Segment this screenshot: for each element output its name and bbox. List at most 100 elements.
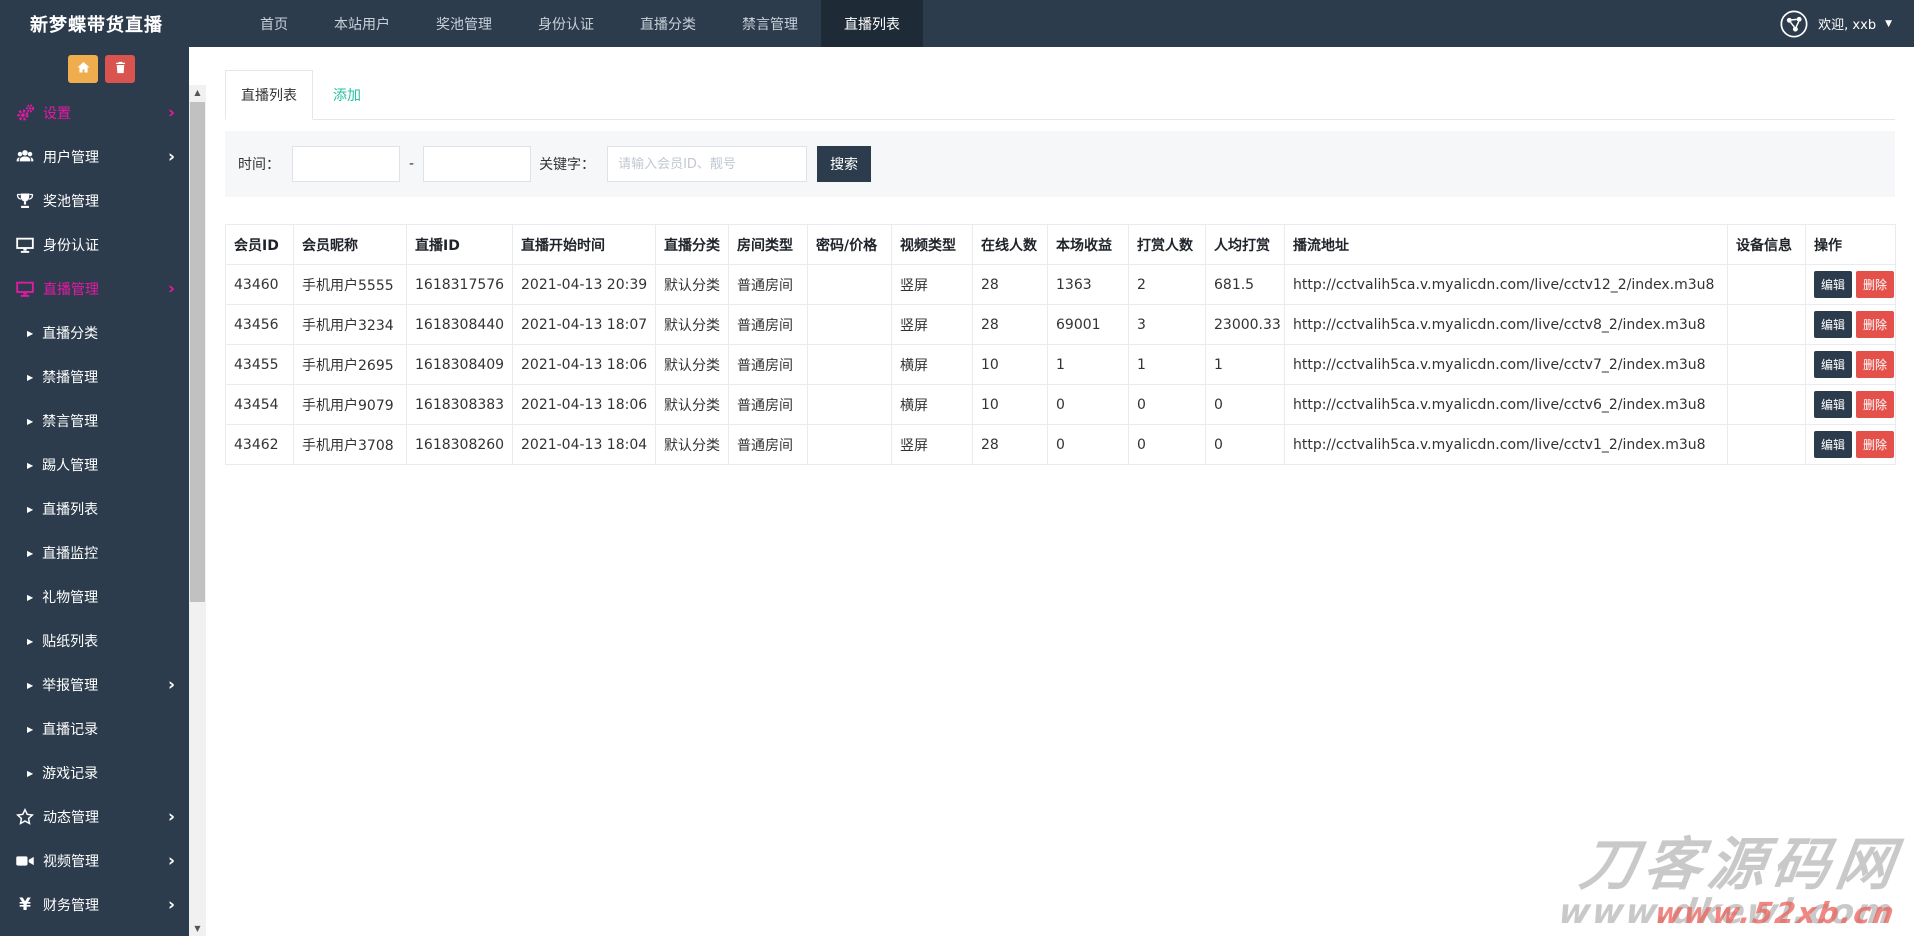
- home-icon: [76, 60, 91, 79]
- sidebar-item[interactable]: 用户管理›: [0, 135, 189, 179]
- home-button[interactable]: [68, 55, 98, 83]
- nav-item[interactable]: 本站用户: [311, 0, 413, 47]
- table-cell: [1728, 345, 1806, 385]
- sidebar-item[interactable]: ¥财务管理›: [0, 883, 189, 927]
- sidebar-item[interactable]: ▶禁言管理: [0, 399, 189, 443]
- sidebar-item[interactable]: 直播管理›: [0, 267, 189, 311]
- table-cell: 1: [1206, 345, 1285, 385]
- table-row: 43454手机用户907916183083832021-04-13 18:06默…: [226, 385, 1896, 425]
- search-button[interactable]: 搜索: [817, 146, 871, 182]
- tab-add[interactable]: 添加: [313, 71, 381, 119]
- table-cell: 28: [973, 265, 1048, 305]
- table-cell: [808, 305, 892, 345]
- time-end-input[interactable]: [423, 146, 531, 182]
- table-cell: 0: [1206, 385, 1285, 425]
- trash-icon: [113, 60, 128, 79]
- table-cell: 43454: [226, 385, 294, 425]
- nav-item[interactable]: 首页: [237, 0, 311, 47]
- edit-button[interactable]: 编辑: [1814, 431, 1852, 458]
- user-menu[interactable]: 欢迎, xxb ▼: [1779, 0, 1914, 47]
- sidebar-item[interactable]: 视频管理›: [0, 839, 189, 883]
- actions-cell: 编辑删除: [1806, 265, 1896, 305]
- time-start-input[interactable]: [292, 146, 400, 182]
- table-cell: 23000.33: [1206, 305, 1285, 345]
- sidebar-item[interactable]: ▶踢人管理: [0, 443, 189, 487]
- sidebar-item[interactable]: ▶直播监控: [0, 531, 189, 575]
- main-content: 直播列表 添加 时间： - 关键字： 搜索 会员ID会员昵称直播ID直播开始时间…: [206, 47, 1914, 936]
- sidebar-item[interactable]: ▶禁播管理: [0, 355, 189, 399]
- delete-button[interactable]: 删除: [1856, 431, 1894, 458]
- table-cell: 43456: [226, 305, 294, 345]
- edit-button[interactable]: 编辑: [1814, 351, 1852, 378]
- scrollbar-thumb[interactable]: [190, 102, 205, 602]
- tab-live-list[interactable]: 直播列表: [225, 70, 313, 120]
- nav-item[interactable]: 身份认证: [515, 0, 617, 47]
- sidebar-item[interactable]: 奖池管理: [0, 179, 189, 223]
- triangle-bullet-icon: ▶: [27, 461, 33, 470]
- table-header-row: 会员ID会员昵称直播ID直播开始时间直播分类房间类型密码/价格视频类型在线人数本…: [226, 225, 1896, 265]
- sidebar-item[interactable]: ▶举报管理›: [0, 663, 189, 707]
- table-cell: [1728, 425, 1806, 465]
- delete-button[interactable]: 删除: [1856, 351, 1894, 378]
- edit-button[interactable]: 编辑: [1814, 391, 1852, 418]
- scrollbar-up-arrow-icon[interactable]: ▲: [189, 85, 206, 100]
- triangle-bullet-icon: ▶: [27, 373, 33, 382]
- sidebar-item[interactable]: ▶礼物管理: [0, 575, 189, 619]
- sidebar-item-label: 举报管理: [42, 675, 98, 695]
- live-list-table: 会员ID会员昵称直播ID直播开始时间直播分类房间类型密码/价格视频类型在线人数本…: [225, 224, 1896, 465]
- column-header: 直播开始时间: [513, 225, 656, 265]
- nav-item[interactable]: 直播分类: [617, 0, 719, 47]
- trash-button[interactable]: [105, 55, 135, 83]
- actions-cell: 编辑删除: [1806, 345, 1896, 385]
- sidebar-item[interactable]: ▶直播记录: [0, 707, 189, 751]
- sidebar-item[interactable]: ▶游戏记录: [0, 751, 189, 795]
- table-cell: 竖屏: [892, 265, 973, 305]
- table-row: 43456手机用户323416183084402021-04-13 18:07默…: [226, 305, 1896, 345]
- nav-item[interactable]: 奖池管理: [413, 0, 515, 47]
- users-icon: [14, 146, 36, 168]
- delete-button[interactable]: 删除: [1856, 311, 1894, 338]
- chevron-right-icon: ›: [168, 677, 175, 694]
- sidebar-item[interactable]: ▶直播分类: [0, 311, 189, 355]
- table-cell: [1728, 385, 1806, 425]
- sidebar-item[interactable]: ▶直播列表: [0, 487, 189, 531]
- table-cell: 普通房间: [729, 305, 808, 345]
- sidebar-item-label: 直播记录: [42, 719, 98, 739]
- delete-button[interactable]: 删除: [1856, 271, 1894, 298]
- table-cell: http://cctvalih5ca.v.myalicdn.com/live/c…: [1285, 385, 1728, 425]
- nav-item[interactable]: 禁言管理: [719, 0, 821, 47]
- sidebar-scrollbar[interactable]: ▲ ▼: [189, 85, 206, 936]
- keyword-input[interactable]: [607, 146, 807, 182]
- chevron-right-icon: ›: [168, 105, 175, 122]
- time-label: 时间：: [238, 154, 280, 174]
- sidebar-item[interactable]: ▶ 贴纸列表: [0, 619, 189, 663]
- sidebar-item[interactable]: 设置›: [0, 91, 189, 135]
- sidebar-item-label: 贴纸列表: [42, 631, 98, 651]
- column-header: 视频类型: [892, 225, 973, 265]
- sidebar-item-label: 禁言管理: [42, 411, 98, 431]
- edit-button[interactable]: 编辑: [1814, 271, 1852, 298]
- table-cell: 1363: [1048, 265, 1129, 305]
- edit-button[interactable]: 编辑: [1814, 311, 1852, 338]
- sidebar-item[interactable]: 身份认证: [0, 223, 189, 267]
- table-row: 43462手机用户370816183082602021-04-13 18:04默…: [226, 425, 1896, 465]
- table-cell: 43462: [226, 425, 294, 465]
- table-cell: 竖屏: [892, 305, 973, 345]
- table-cell: 默认分类: [656, 305, 729, 345]
- table-cell: 默认分类: [656, 345, 729, 385]
- column-header: 本场收益: [1048, 225, 1129, 265]
- table-cell: 手机用户2695: [294, 345, 407, 385]
- table-cell: http://cctvalih5ca.v.myalicdn.com/live/c…: [1285, 265, 1728, 305]
- delete-button[interactable]: 删除: [1856, 391, 1894, 418]
- column-header: 会员昵称: [294, 225, 407, 265]
- sidebar-item[interactable]: 动态管理›: [0, 795, 189, 839]
- table-cell: 10: [973, 345, 1048, 385]
- table-cell: 普通房间: [729, 345, 808, 385]
- table-cell: 手机用户3234: [294, 305, 407, 345]
- scrollbar-down-arrow-icon[interactable]: ▼: [189, 921, 206, 936]
- table-cell: 2021-04-13 18:06: [513, 345, 656, 385]
- column-header: 会员ID: [226, 225, 294, 265]
- triangle-bullet-icon: ▶: [27, 637, 33, 646]
- gears-icon: [14, 102, 36, 124]
- nav-item[interactable]: 直播列表: [821, 0, 923, 47]
